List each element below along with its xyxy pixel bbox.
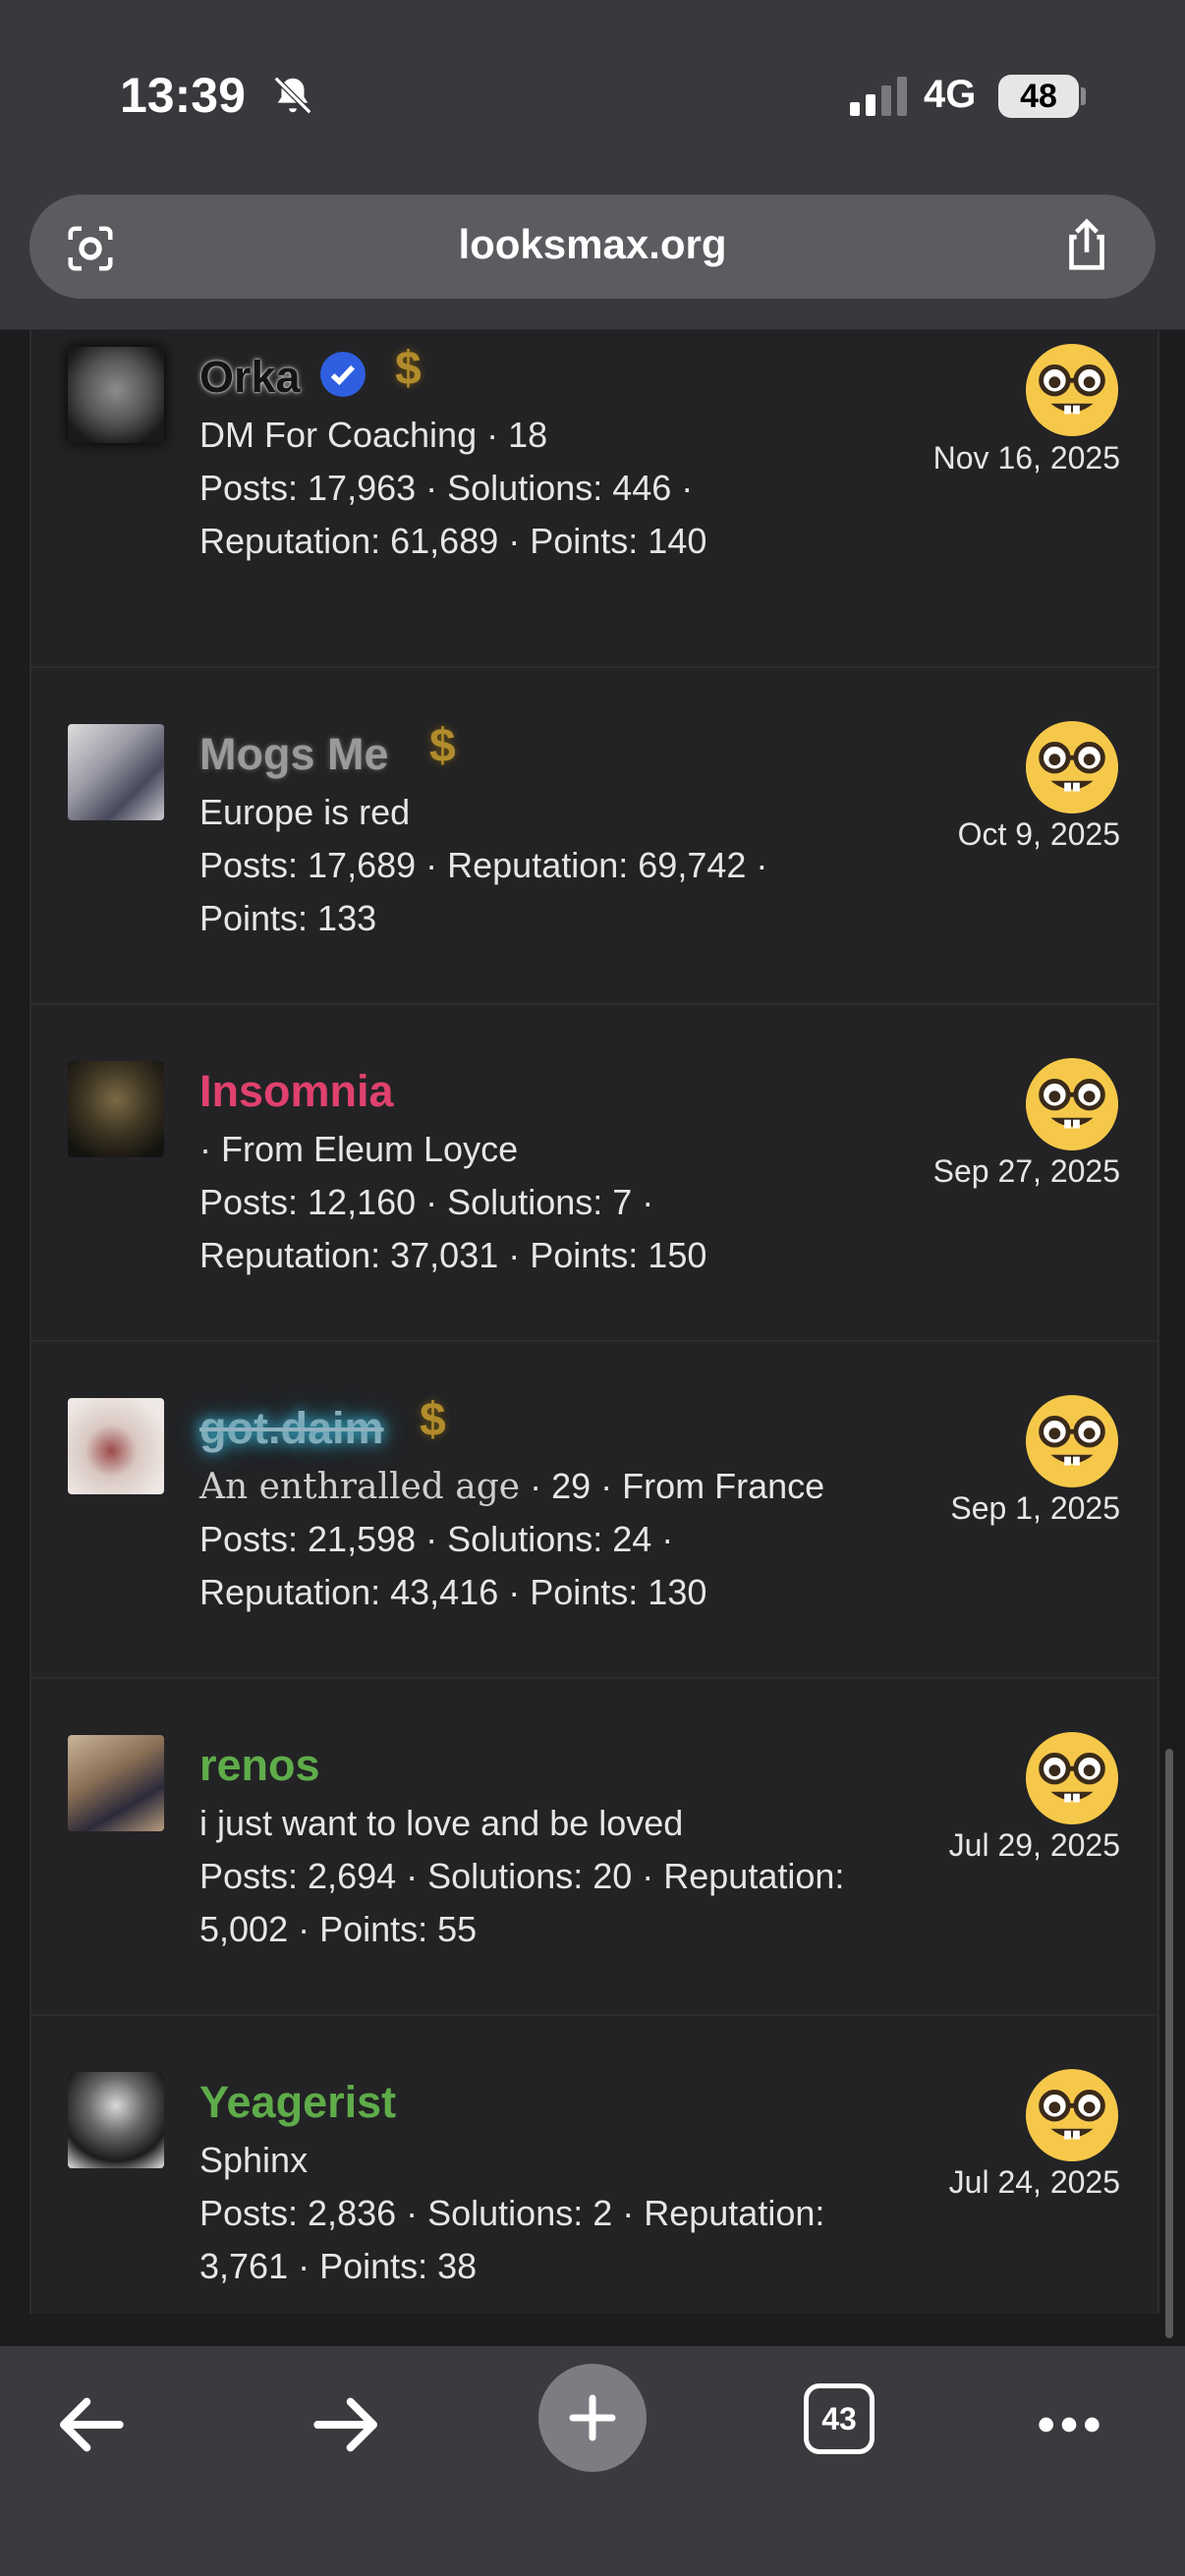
avatar[interactable] <box>68 2072 164 2168</box>
bell-muted-icon <box>273 76 312 115</box>
user-title: Sphinx <box>199 2140 309 2180</box>
browser-toolbar: 43 <box>0 2346 1185 2576</box>
user-stats-2: 5,002 · Points: 55 <box>199 1909 478 1949</box>
username[interactable]: Yeagerist <box>199 2077 396 2128</box>
user-stats-2: 3,761 · Points: 38 <box>199 2246 478 2286</box>
user-stats-2: Reputation: 61,689 · Points: 140 <box>199 521 707 561</box>
username[interactable]: got.daim <box>199 1403 384 1454</box>
nerd-face-icon <box>1025 1394 1119 1488</box>
user-title: DM For Coaching <box>199 415 478 455</box>
user-title-line: i just want to love and be loved <box>199 1803 683 1844</box>
address-bar[interactable]: looksmax.org <box>29 195 1156 299</box>
user-title: Europe is red <box>199 792 411 832</box>
user-title: · From Eleum Loyce <box>199 1129 519 1169</box>
user-stats: Posts: 21,598 · Solutions: 24 · <box>199 1519 674 1559</box>
verified-badge-icon <box>320 352 366 397</box>
more-icon[interactable] <box>1030 2385 1108 2464</box>
avatar[interactable] <box>68 1735 164 1831</box>
nerd-face-icon <box>1025 2068 1119 2162</box>
user-title-line: Sphinx <box>199 2140 308 2181</box>
status-time: 13:39 <box>120 68 246 123</box>
browser-top-bar: 13:39 4G 48 looksmax.org <box>0 0 1185 330</box>
user-title: i just want to love and be loved <box>199 1803 684 1843</box>
list-item[interactable]: Insomnia · From Eleum Loyce Posts: 12,16… <box>31 1004 1157 1342</box>
user-title: An enthralled age <box>199 1467 521 1507</box>
list-item[interactable]: got.daim $ An enthralled age · 29 · From… <box>31 1341 1157 1679</box>
nerd-face-icon <box>1025 720 1119 814</box>
join-date: Sep 1, 2025 <box>950 1490 1120 1526</box>
user-title-line: Europe is red <box>199 792 410 833</box>
username[interactable]: renos <box>199 1740 320 1791</box>
join-date: Oct 9, 2025 <box>957 816 1120 852</box>
user-stats: Posts: 12,160 · Solutions: 7 · <box>199 1182 654 1222</box>
member-list: Orka $ DM For Coaching · 18 Posts: 17,96… <box>29 330 1159 2314</box>
join-date: Sep 27, 2025 <box>932 1153 1120 1189</box>
user-stats-2: Reputation: 43,416 · Points: 130 <box>199 1572 707 1612</box>
user-info: · 18 <box>477 415 548 455</box>
list-item[interactable]: Orka $ DM For Coaching · 18 Posts: 17,96… <box>31 330 1157 668</box>
forward-arrow-icon[interactable] <box>305 2385 383 2464</box>
list-item[interactable]: renos i just want to love and be loved P… <box>31 1678 1157 2016</box>
user-title-line: · From Eleum Loyce <box>199 1129 518 1170</box>
dollar-icon: $ <box>420 1394 446 1446</box>
avatar[interactable] <box>68 1061 164 1157</box>
nerd-face-icon <box>1025 1057 1119 1151</box>
join-date: Jul 24, 2025 <box>948 2164 1120 2200</box>
list-item[interactable]: Yeagerist Sphinx Posts: 2,836 · Solution… <box>31 2015 1157 2351</box>
join-date: Nov 16, 2025 <box>932 440 1120 476</box>
network-type: 4G <box>924 73 977 116</box>
url-text[interactable]: looksmax.org <box>29 221 1156 268</box>
avatar[interactable] <box>68 724 164 820</box>
share-icon[interactable] <box>1056 214 1117 275</box>
user-stats-2: Reputation: 37,031 · Points: 150 <box>199 1235 707 1275</box>
cellular-signal-icon <box>850 77 907 116</box>
battery-level: 48 <box>998 75 1079 118</box>
user-stats: Posts: 2,694 · Solutions: 20 · Reputatio… <box>199 1856 845 1896</box>
username[interactable]: Orka <box>199 352 301 403</box>
nerd-face-icon <box>1025 1731 1119 1825</box>
user-title-line: DM For Coaching · 18 <box>199 415 547 456</box>
plus-icon <box>569 2394 616 2441</box>
scrollbar[interactable] <box>1165 1749 1173 2338</box>
user-info: · 29 · From France <box>520 1466 825 1506</box>
tab-count-button[interactable]: 43 <box>804 2383 875 2454</box>
username[interactable]: Mogs Me <box>199 729 389 780</box>
new-tab-button[interactable] <box>538 2364 647 2472</box>
user-stats-2: Points: 133 <box>199 898 377 938</box>
nerd-face-icon <box>1025 343 1119 437</box>
user-title-line: An enthralled age · 29 · From France <box>199 1466 824 1507</box>
user-stats: Posts: 2,836 · Solutions: 2 · Reputation… <box>199 2193 825 2233</box>
dollar-icon: $ <box>429 720 456 772</box>
join-date: Jul 29, 2025 <box>948 1827 1120 1863</box>
back-arrow-icon[interactable] <box>54 2385 133 2464</box>
avatar[interactable] <box>68 347 164 443</box>
dollar-icon: $ <box>395 343 422 395</box>
list-item[interactable]: Mogs Me $ Europe is red Posts: 17,689 · … <box>31 667 1157 1005</box>
avatar[interactable] <box>68 1398 164 1494</box>
user-stats: Posts: 17,689 · Reputation: 69,742 · <box>199 845 768 885</box>
username[interactable]: Insomnia <box>199 1066 394 1117</box>
battery-cap <box>1081 87 1086 105</box>
user-stats: Posts: 17,963 · Solutions: 446 · <box>199 468 694 508</box>
